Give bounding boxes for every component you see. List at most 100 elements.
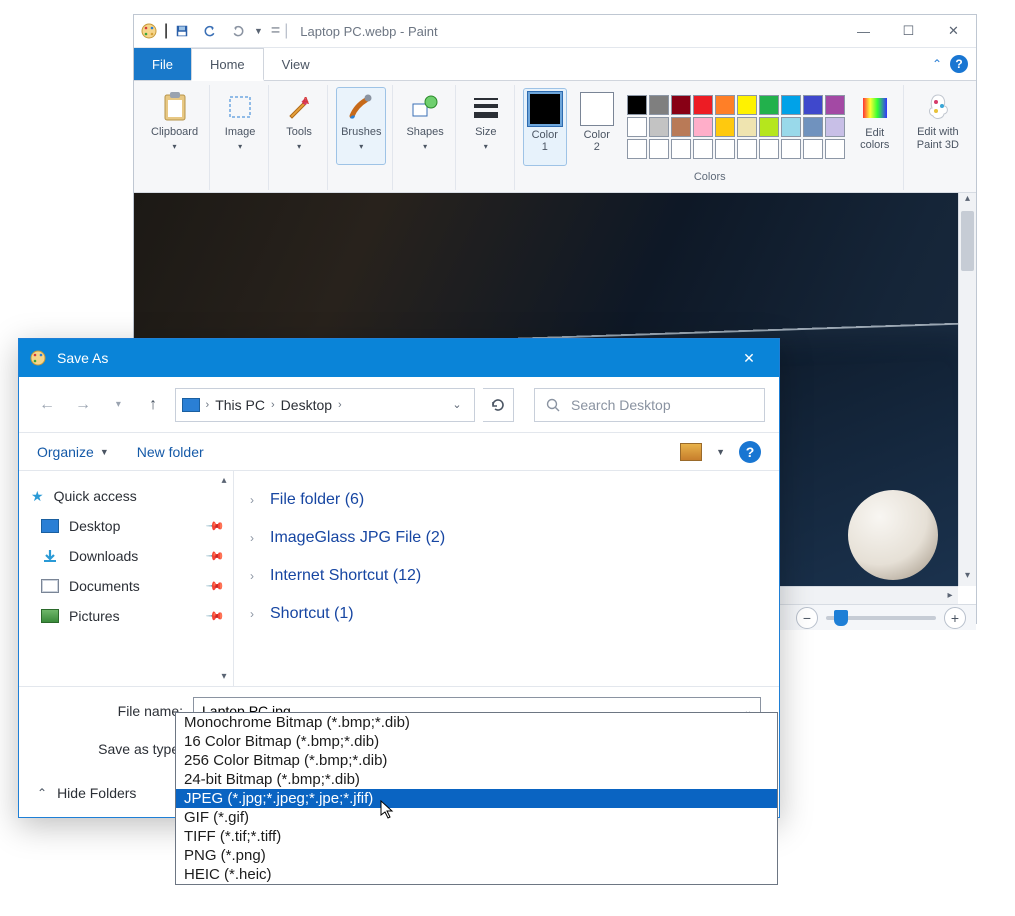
nav-downloads[interactable]: Downloads 📌	[19, 541, 233, 571]
search-input[interactable]	[569, 396, 754, 414]
color-swatch[interactable]	[759, 117, 779, 137]
expand-icon[interactable]: ›	[250, 569, 260, 583]
scroll-right-icon[interactable]: ▸	[942, 587, 958, 604]
up-button[interactable]: ↑	[140, 391, 167, 419]
minimize-button[interactable]: —	[841, 16, 886, 46]
search-box[interactable]	[534, 388, 765, 422]
zoom-slider[interactable]	[826, 616, 936, 620]
save-as-type-dropdown[interactable]: Monochrome Bitmap (*.bmp;*.dib)16 Color …	[175, 712, 778, 885]
file-type-option[interactable]: GIF (*.gif)	[176, 808, 777, 827]
vertical-scroll-thumb[interactable]	[961, 211, 974, 271]
clipboard-button[interactable]: Clipboard▾	[146, 87, 203, 165]
qat-overflow[interactable]: =	[267, 22, 284, 40]
color-1-button[interactable]: Color 1	[523, 88, 567, 166]
nav-pictures[interactable]: Pictures 📌	[19, 601, 233, 631]
back-button[interactable]: ←	[33, 391, 61, 419]
file-type-option[interactable]: Monochrome Bitmap (*.bmp;*.dib)	[176, 713, 777, 732]
edit-colors-button[interactable]: Edit colors	[853, 88, 897, 166]
forward-button[interactable]: →	[69, 391, 97, 419]
color-swatch[interactable]	[627, 117, 647, 137]
vertical-scrollbar[interactable]: ▴ ▾	[958, 193, 976, 586]
tools-button[interactable]: A Tools▾	[277, 87, 321, 165]
color-swatch[interactable]	[825, 95, 845, 115]
color-swatch[interactable]	[781, 95, 801, 115]
collapse-ribbon-icon[interactable]: ⌃	[932, 57, 942, 71]
file-type-option[interactable]: HEIC (*.heic)	[176, 865, 777, 884]
color-swatch[interactable]	[737, 139, 757, 159]
color-swatch[interactable]	[627, 139, 647, 159]
color-2-button[interactable]: Color 2	[575, 88, 619, 166]
paint-3d-button[interactable]: Edit with Paint 3D	[912, 87, 964, 165]
file-type-option[interactable]: 256 Color Bitmap (*.bmp;*.dib)	[176, 751, 777, 770]
color-swatch[interactable]	[759, 95, 779, 115]
file-type-option[interactable]: JPEG (*.jpg;*.jpeg;*.jpe;*.jfif)	[176, 789, 777, 808]
color-swatch[interactable]	[825, 117, 845, 137]
file-type-option[interactable]: 24-bit Bitmap (*.bmp;*.dib)	[176, 770, 777, 789]
color-swatch[interactable]	[781, 139, 801, 159]
file-type-option[interactable]: PNG (*.png)	[176, 846, 777, 865]
color-swatch[interactable]	[803, 139, 823, 159]
color-swatch[interactable]	[715, 95, 735, 115]
color-swatch[interactable]	[693, 117, 713, 137]
close-button[interactable]: ✕	[931, 16, 976, 46]
color-swatch[interactable]	[671, 139, 691, 159]
nav-documents[interactable]: Documents 📌	[19, 571, 233, 601]
help-icon[interactable]: ?	[739, 441, 761, 463]
expand-icon[interactable]: ›	[250, 531, 260, 545]
breadcrumb-desktop[interactable]: Desktop	[281, 397, 332, 413]
address-dropdown-caret[interactable]: ⌄	[446, 398, 467, 411]
file-list[interactable]: ›File folder (6)›ImageGlass JPG File (2)…	[234, 471, 779, 686]
color-swatch[interactable]	[693, 95, 713, 115]
tab-home[interactable]: Home	[191, 48, 264, 81]
maximize-button[interactable]: ☐	[886, 16, 931, 46]
view-options-button[interactable]	[680, 443, 702, 461]
color-swatch[interactable]	[759, 139, 779, 159]
brushes-button[interactable]: Brushes▾	[336, 87, 386, 165]
color-swatch[interactable]	[803, 117, 823, 137]
zoom-slider-thumb[interactable]	[834, 610, 848, 626]
color-swatch[interactable]	[649, 139, 669, 159]
file-type-option[interactable]: TIFF (*.tif;*.tiff)	[176, 827, 777, 846]
file-group-row[interactable]: ›ImageGlass JPG File (2)	[250, 519, 763, 557]
color-swatch[interactable]	[737, 95, 757, 115]
color-swatch[interactable]	[649, 95, 669, 115]
expand-icon[interactable]: ›	[250, 607, 260, 621]
color-swatch[interactable]	[671, 95, 691, 115]
dialog-close-button[interactable]: ✕	[729, 339, 769, 377]
scroll-up-icon[interactable]: ▴	[959, 193, 976, 209]
scroll-down-icon[interactable]: ▾	[959, 570, 976, 586]
color-swatch[interactable]	[715, 139, 735, 159]
file-group-row[interactable]: ›File folder (6)	[250, 481, 763, 519]
breadcrumb-this-pc[interactable]: This PC	[215, 397, 265, 413]
color-swatch[interactable]	[627, 95, 647, 115]
zoom-out-button[interactable]: −	[796, 607, 818, 629]
color-swatch[interactable]	[737, 117, 757, 137]
nav-desktop[interactable]: Desktop 📌	[19, 511, 233, 541]
help-icon[interactable]: ?	[950, 55, 968, 73]
nav-quick-access[interactable]: ★ Quick access	[19, 481, 233, 511]
address-bar[interactable]: › This PC › Desktop › ⌄	[175, 388, 475, 422]
organize-button[interactable]: Organize ▼	[37, 444, 109, 460]
file-type-option[interactable]: 16 Color Bitmap (*.bmp;*.dib)	[176, 732, 777, 751]
view-options-caret[interactable]: ▼	[716, 447, 725, 457]
refresh-button[interactable]	[483, 388, 514, 422]
redo-icon[interactable]	[226, 19, 250, 43]
file-group-row[interactable]: ›Internet Shortcut (12)	[250, 557, 763, 595]
file-group-row[interactable]: ›Shortcut (1)	[250, 595, 763, 633]
image-button[interactable]: Image▾	[218, 87, 262, 165]
color-swatch[interactable]	[803, 95, 823, 115]
shapes-button[interactable]: Shapes▾	[401, 87, 448, 165]
zoom-in-button[interactable]: +	[944, 607, 966, 629]
color-palette[interactable]	[627, 95, 845, 159]
qat-customize-caret[interactable]: ▼	[254, 26, 263, 36]
color-swatch[interactable]	[825, 139, 845, 159]
color-swatch[interactable]	[781, 117, 801, 137]
color-swatch[interactable]	[671, 117, 691, 137]
recent-locations-caret[interactable]: ▾	[105, 391, 132, 419]
new-folder-button[interactable]: New folder	[137, 444, 204, 460]
size-button[interactable]: Size▾	[464, 87, 508, 165]
color-swatch[interactable]	[649, 117, 669, 137]
tab-file[interactable]: File	[134, 48, 191, 80]
expand-icon[interactable]: ›	[250, 493, 260, 507]
hide-folders-button[interactable]: ⌃ Hide Folders	[37, 785, 136, 801]
